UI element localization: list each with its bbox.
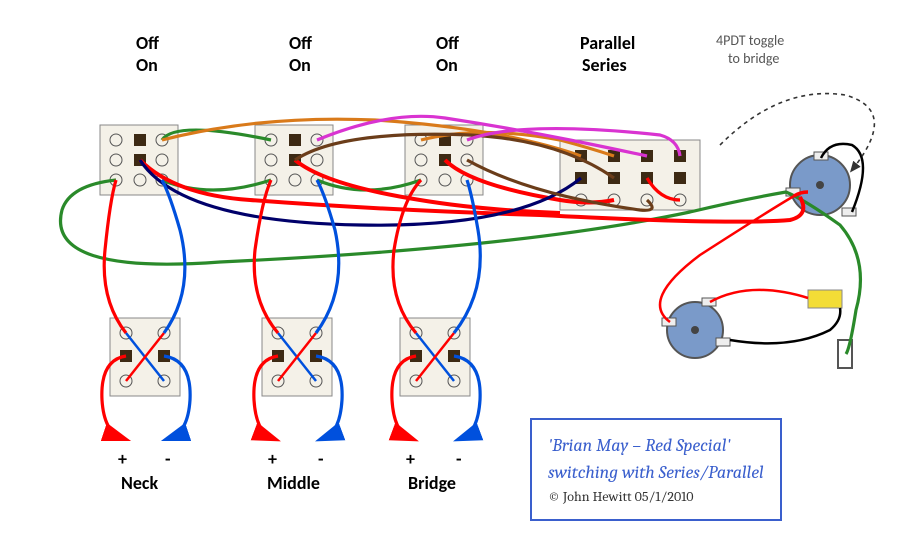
label-bridge: Bridge — [408, 472, 456, 494]
caption-box: 'Brian May – Red Special' switching with… — [530, 418, 782, 521]
neck-neg: - — [165, 448, 171, 470]
mid-neg: - — [318, 448, 324, 470]
sw2-on: On — [289, 54, 311, 76]
sw4-parallel: Parallel — [580, 32, 635, 54]
label-middle: Middle — [267, 472, 320, 494]
mid-pos: + — [268, 448, 277, 470]
sw2-off: Off — [289, 32, 312, 54]
sw1-off: Off — [136, 32, 159, 54]
bridge-dashed-arc — [720, 94, 874, 170]
sw1-on: On — [136, 54, 158, 76]
caption-l2: switching with Series/Parallel — [548, 459, 764, 486]
note-l1: 4PDT toggle — [716, 32, 784, 49]
caption-credit: © John Hewitt 05/1/2010 — [548, 486, 764, 507]
note-l2: to bridge — [728, 50, 779, 67]
capacitor — [808, 290, 842, 308]
br-neg: - — [456, 448, 462, 470]
neck-pos: + — [118, 448, 127, 470]
sw3-off: Off — [436, 32, 459, 54]
sw4-series: Series — [582, 54, 627, 76]
switch-top-2 — [255, 125, 333, 195]
pot-tone — [662, 298, 730, 358]
br-pos: + — [406, 448, 415, 470]
caption-l1: 'Brian May – Red Special' — [548, 432, 764, 459]
pot-volume — [786, 152, 856, 216]
label-neck: Neck — [121, 472, 158, 494]
sw3-on: On — [436, 54, 458, 76]
